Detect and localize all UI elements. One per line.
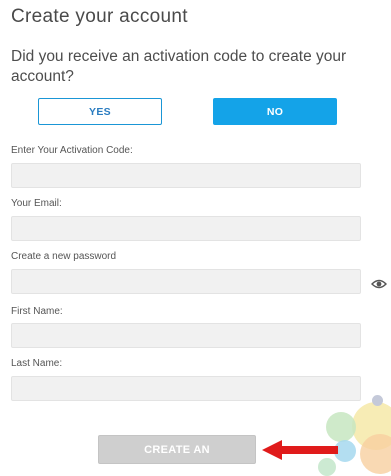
activation-question: Did you receive an activation code to cr… [11,48,347,85]
create-account-button[interactable]: CREATE AN [98,435,256,464]
last-name-input[interactable] [11,376,361,401]
email-input[interactable] [11,216,361,241]
last-name-label: Last Name: [11,358,63,369]
password-label: Create a new password [11,251,117,262]
page-title: Create your account [11,6,188,27]
activation-code-input[interactable] [11,163,361,188]
activation-code-label: Enter Your Activation Code: [11,145,133,156]
decor-bubble [372,395,383,406]
email-label: Your Email: [11,198,62,209]
first-name-label: First Name: [11,306,63,317]
red-arrow-icon [262,440,338,460]
eye-icon[interactable] [371,278,387,290]
first-name-input[interactable] [11,323,361,348]
no-button[interactable]: NO [213,98,337,125]
decor-bubble [360,434,391,474]
yes-button[interactable]: YES [38,98,162,125]
password-input[interactable] [11,269,361,294]
